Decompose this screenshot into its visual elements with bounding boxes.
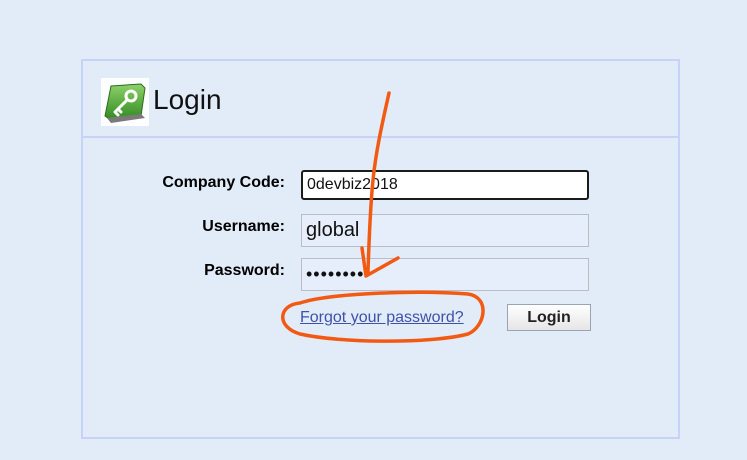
forgot-password-link[interactable]: Forgot your password? xyxy=(300,308,464,328)
login-panel: Login Company Code: Username: Password: … xyxy=(81,59,680,439)
username-label: Username: xyxy=(202,218,285,235)
password-label: Password: xyxy=(204,262,285,279)
company-code-label: Company Code: xyxy=(162,174,285,191)
company-code-field[interactable] xyxy=(301,170,589,200)
username-field[interactable] xyxy=(301,214,589,247)
key-icon xyxy=(101,78,149,126)
page-title: Login xyxy=(153,84,222,115)
login-button[interactable]: Login xyxy=(507,304,591,331)
login-header: Login xyxy=(83,61,678,138)
password-field[interactable] xyxy=(301,258,589,291)
